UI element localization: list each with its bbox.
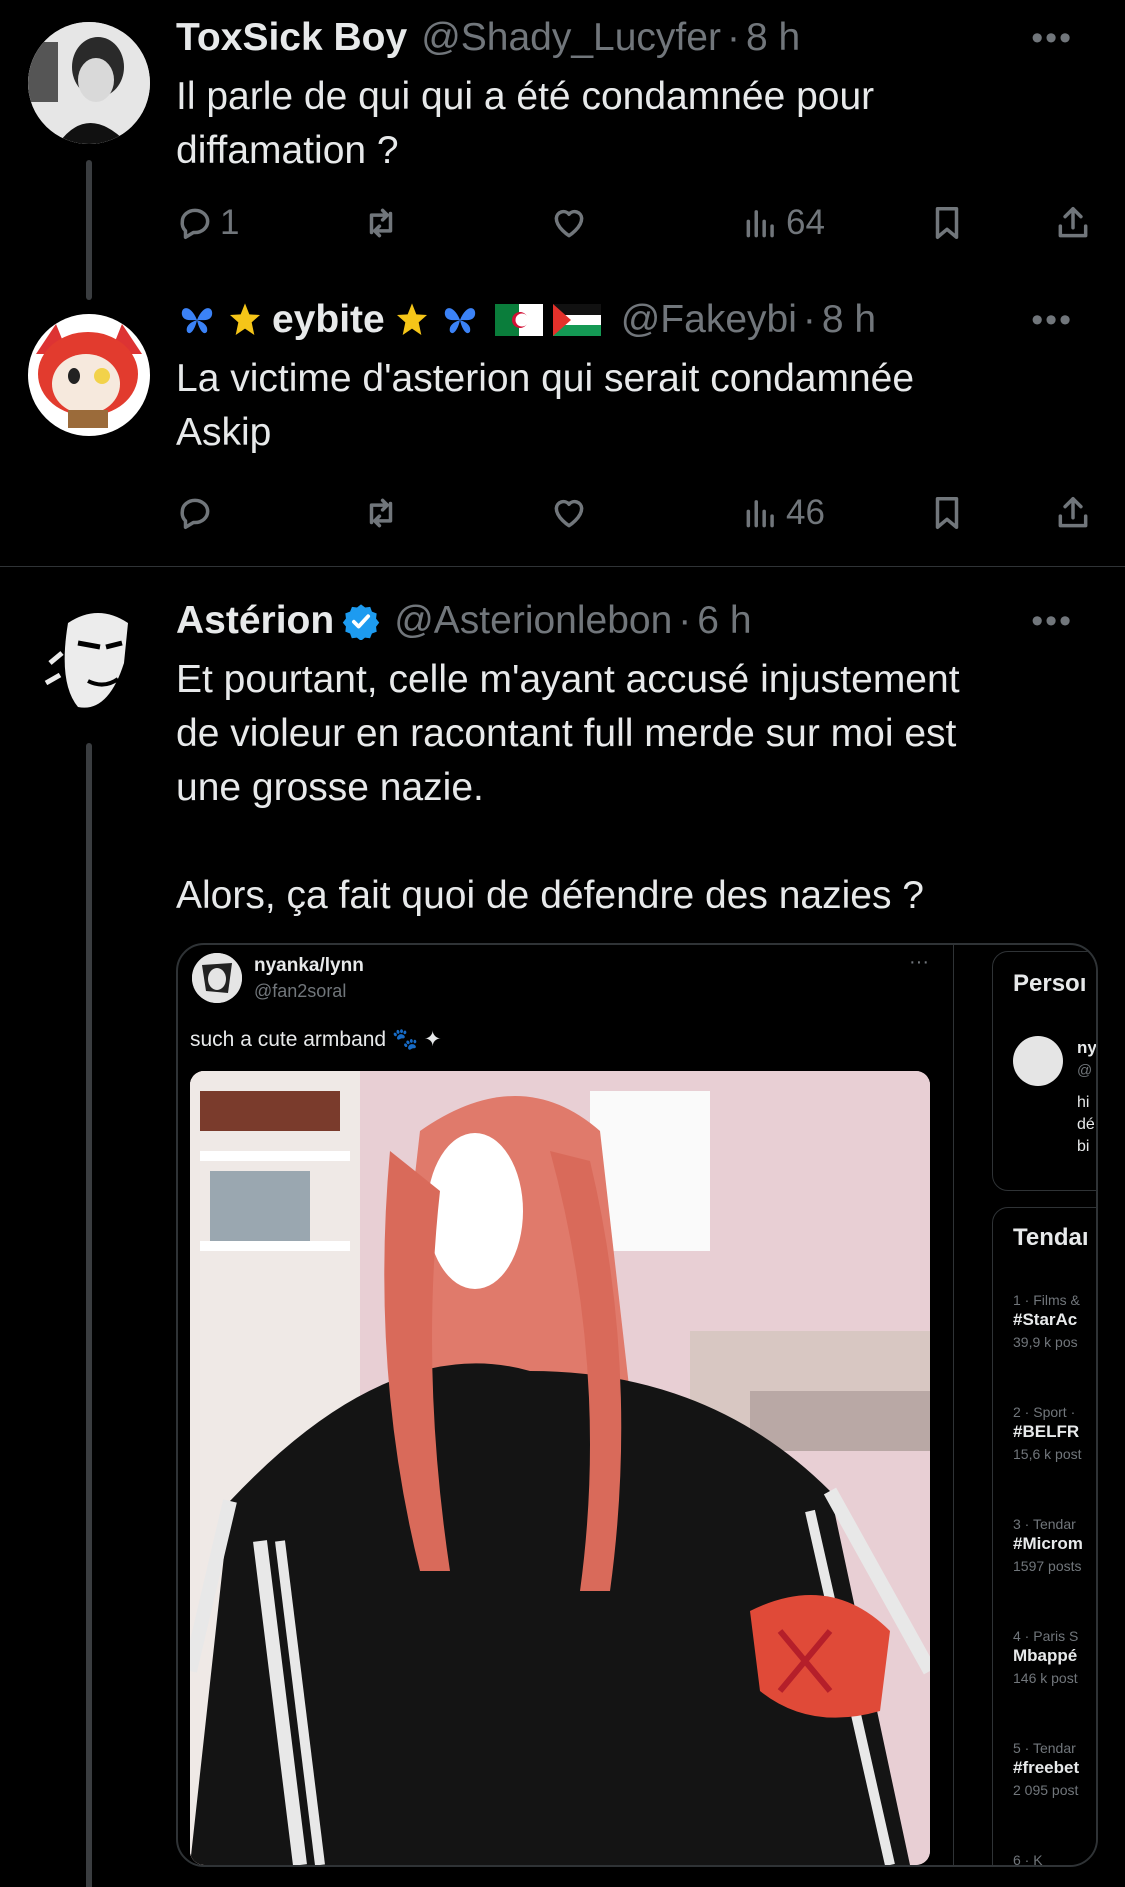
timestamp[interactable]: 8 h [822, 298, 876, 342]
views-icon [746, 210, 774, 238]
timestamp[interactable]: 6 h [697, 599, 751, 643]
reply-button[interactable] [176, 488, 214, 538]
like-button[interactable] [550, 488, 588, 538]
thread-line [86, 743, 92, 1887]
star-icon [396, 303, 427, 335]
avatar[interactable] [28, 22, 150, 144]
handle[interactable]: @Fakeybi [621, 298, 797, 342]
tweet-1[interactable]: ToxSick Boy @Shady_Lucyfer · 8 h ••• Il … [0, 0, 1125, 300]
trend-item: 6 · K [1013, 1852, 1043, 1867]
trend-item: 4 · Paris S Mbappé 146 k post [1013, 1628, 1079, 1686]
algeria-flag-icon [494, 304, 543, 336]
retweet-icon [369, 208, 393, 238]
bookmark-icon [935, 207, 959, 239]
views-count: 64 [786, 203, 825, 242]
embedded-tweet: nyanka/lynn @fan2soral ··· such a cute a… [178, 945, 954, 1865]
trend-item: 1 · Films & #StarAc 39,9 k pos [1013, 1292, 1080, 1350]
embedded-display-name: nyanka/lynn [254, 955, 364, 976]
tweet-header: ToxSick Boy @Shady_Lucyfer · 8 h ••• [176, 12, 1105, 64]
embedded-handle: @fan2soral [254, 981, 347, 1001]
retweet-button[interactable] [362, 488, 400, 538]
tweet-text: La victime d'asterion qui serait condamn… [176, 357, 915, 454]
verified-badge-icon [342, 604, 380, 640]
like-button[interactable] [550, 198, 588, 248]
views-icon [746, 500, 774, 528]
avatar[interactable] [28, 603, 150, 725]
side-card-trends: Tendaı 1 · Films & #StarAc 39,9 k pos 2 … [992, 1207, 1096, 1867]
side-card-name: ny [1077, 1038, 1097, 1057]
bookmark-button[interactable] [928, 198, 966, 248]
thread-line [86, 160, 92, 300]
side-card-title: Tendaı [1013, 1224, 1089, 1251]
views-count: 46 [786, 493, 825, 532]
action-bar: 46 [176, 488, 1096, 538]
views-button[interactable]: 46 [742, 488, 825, 538]
like-icon [554, 499, 584, 528]
star-icon [230, 303, 260, 335]
retweet-icon [369, 498, 393, 528]
trend-item: 5 · Tendar #freebet 2 095 post [1013, 1740, 1080, 1798]
bookmark-icon [935, 497, 959, 529]
trend-item: 2 · Sport · #BELFR 15,6 k post [1013, 1404, 1082, 1462]
separator: · [802, 298, 816, 341]
embedded-photo [190, 1071, 930, 1865]
separator: · [726, 16, 740, 59]
action-bar: 1 64 [176, 198, 1096, 248]
more-icon[interactable]: ••• [1031, 19, 1073, 58]
embedded-avatar [192, 953, 242, 1003]
reply-button[interactable]: 1 [176, 198, 239, 248]
embedded-more-icon: ··· [909, 951, 929, 973]
avatar[interactable] [28, 314, 150, 436]
butterfly-icon [181, 308, 213, 334]
tweet-text: Il parle de qui qui a été condamnée pour… [176, 75, 875, 172]
palestine-flag-icon [552, 304, 601, 336]
handle[interactable]: @Asterionlebon [394, 599, 672, 643]
share-icon [1058, 497, 1088, 528]
more-icon[interactable]: ••• [1031, 602, 1073, 641]
side-card-bio: hi dé bi [1077, 1094, 1095, 1155]
like-icon [554, 209, 584, 238]
side-card-avatar [1013, 1036, 1063, 1086]
share-button[interactable] [1054, 198, 1092, 248]
embedded-tweet-text: such a cute armband 🐾 ✦ [190, 1028, 442, 1051]
timestamp[interactable]: 8 h [746, 16, 800, 60]
handle[interactable]: @Shady_Lucyfer [421, 16, 721, 60]
share-icon [1058, 207, 1088, 238]
tweet-header: Astérion @Asterionlebon · 6 h ••• [176, 595, 1105, 647]
reply-icon [180, 498, 210, 529]
side-card-title: Persoı [1013, 970, 1087, 997]
display-name[interactable]: ToxSick Boy [176, 16, 407, 60]
bookmark-button[interactable] [928, 488, 966, 538]
views-button[interactable]: 64 [742, 198, 825, 248]
tweet-header: eybite @Fakeybi · 8 h ••• [176, 294, 1105, 346]
butterfly-icon [444, 308, 475, 334]
share-button[interactable] [1054, 488, 1092, 538]
trend-item: 3 · Tendar #Microm 1597 posts [1013, 1516, 1083, 1574]
side-card-people: Persoı ny @ hi dé bi [992, 951, 1097, 1191]
side-card-handle: @ [1077, 1062, 1093, 1079]
embedded-screenshot[interactable]: nyanka/lynn @fan2soral ··· such a cute a… [176, 943, 1098, 1867]
separator: · [678, 599, 692, 642]
display-name[interactable]: Astérion [176, 599, 334, 643]
tweet-2[interactable]: eybite @Fakeybi · 8 h ••• La victime d'a… [0, 282, 1125, 566]
more-icon[interactable]: ••• [1031, 301, 1073, 340]
reply-count: 1 [220, 203, 240, 242]
retweet-button[interactable] [362, 198, 400, 248]
tweet-text: Et pourtant, celle m'ayant accusé injust… [176, 658, 960, 917]
reply-icon [180, 208, 210, 239]
display-name[interactable]: eybite [272, 298, 385, 342]
